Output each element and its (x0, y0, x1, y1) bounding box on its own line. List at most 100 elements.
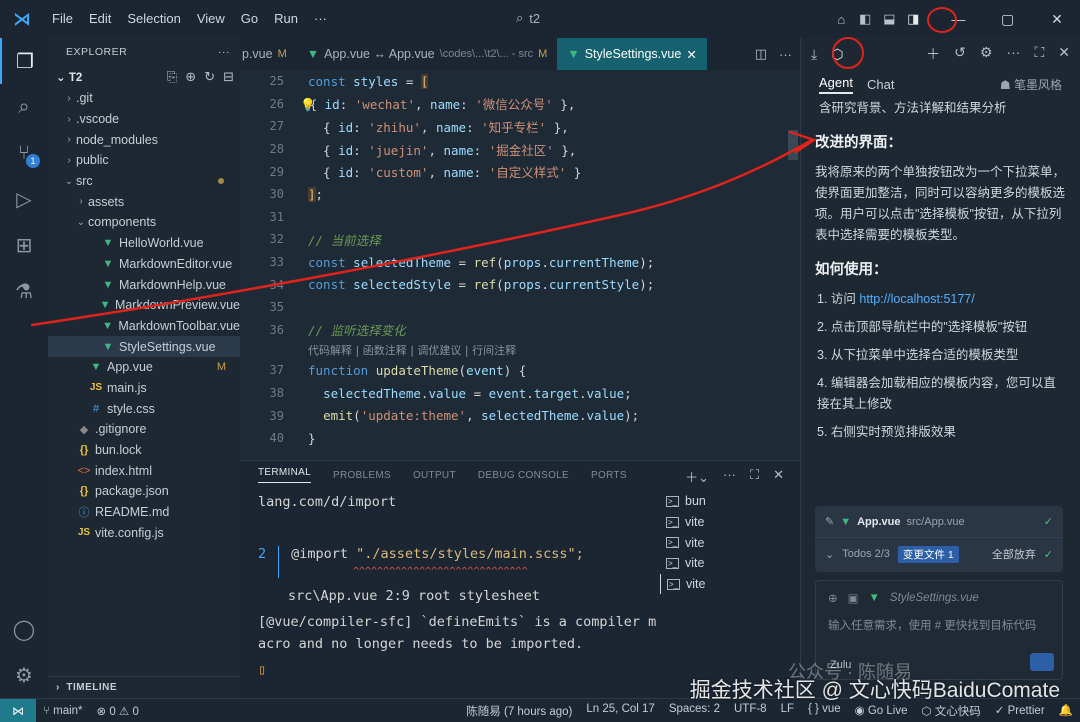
eol-status[interactable]: LF (774, 703, 801, 719)
folder-item[interactable]: › assets (48, 191, 240, 212)
codelens-actions[interactable]: 代码解释 | 函数注释 | 调优建议 | 行间注释 (240, 341, 800, 359)
tab-terminal[interactable]: TERMINAL (258, 467, 311, 483)
folder-item[interactable]: › node_modules (48, 129, 240, 150)
more-actions-icon[interactable]: ··· (779, 47, 792, 62)
explorer-icon[interactable]: ❐ (0, 38, 48, 84)
close-panel-icon[interactable]: ✕ (773, 467, 784, 486)
terminal-instance[interactable]: >_ bun (660, 491, 800, 512)
tab-chat[interactable]: Chat (867, 77, 894, 92)
split-editor-icon[interactable]: ◫ (755, 46, 767, 62)
folder-item[interactable]: ⌄ components (48, 212, 240, 233)
add-context-icon[interactable]: ⊕ (828, 591, 838, 605)
account-icon[interactable]: ◯ (0, 606, 48, 652)
maximize-icon[interactable]: ⛶ (1034, 44, 1044, 64)
manage-gear-icon[interactable]: ⚙ (0, 652, 48, 698)
file-item[interactable]: {} package.json (48, 481, 240, 502)
file-item[interactable]: # style.css (48, 398, 240, 419)
comate-logo-icon[interactable]: ⬡ (831, 46, 843, 63)
terminal-instance[interactable]: >_ vite (660, 553, 800, 574)
folder-item[interactable]: › .git (48, 88, 240, 109)
problems-status[interactable]: ⊗ 0 ⚠ 0 (90, 704, 146, 718)
file-item[interactable]: ▼ HelloWorld.vue (48, 233, 240, 254)
changed-files-chip[interactable]: 变更文件 1 (897, 545, 959, 563)
more-actions-icon[interactable]: ··· (723, 467, 736, 486)
menu-more[interactable]: ··· (306, 0, 335, 38)
lightbulb-icon[interactable]: 💡 (300, 97, 316, 112)
folder-item[interactable]: ⌄ src (48, 171, 240, 192)
folder-item[interactable]: › public (48, 150, 240, 171)
tab-problems[interactable]: PROBLEMS (333, 470, 391, 481)
terminal-instance[interactable]: >_ vite (660, 573, 800, 595)
branch-status[interactable]: ⑂ main* (36, 705, 90, 717)
file-item[interactable]: ▼ StyleSettings.vue (48, 336, 240, 357)
refresh-icon[interactable]: ↻ (204, 69, 215, 85)
file-item[interactable]: {} bun.lock (48, 440, 240, 461)
menu-file[interactable]: File (44, 0, 81, 38)
testing-icon[interactable]: ⚗ (0, 268, 48, 314)
prettier-button[interactable]: ✓ Prettier (988, 703, 1052, 719)
new-folder-icon[interactable]: ⊕ (185, 69, 196, 85)
send-button[interactable] (1030, 653, 1054, 671)
encoding-status[interactable]: UTF-8 (727, 703, 774, 719)
file-item[interactable]: ▼ MarkdownToolbar.vue (48, 316, 240, 337)
toggle-primary-sidebar-icon[interactable]: ◧ (853, 11, 877, 27)
menu-view[interactable]: View (189, 0, 233, 38)
blame-status[interactable]: 陈随易 (7 hours ago) (459, 703, 579, 719)
tab-app-vue[interactable]: p.vue M (240, 38, 297, 70)
toggle-secondary-sidebar-icon[interactable]: ◨ (901, 11, 925, 27)
minimize-button[interactable]: — (935, 0, 981, 38)
history-icon[interactable]: ↺ (954, 44, 966, 64)
extensions-icon[interactable]: ⊞ (0, 222, 48, 268)
file-item[interactable]: ▼ App.vue M (48, 357, 240, 378)
menu-run[interactable]: Run (266, 0, 306, 38)
image-icon[interactable]: ▣ (848, 591, 859, 605)
close-icon[interactable]: ✕ (1058, 44, 1070, 64)
notifications-bell-icon[interactable]: 🔔 (1052, 703, 1080, 719)
file-item[interactable]: <> index.html (48, 460, 240, 481)
more-actions-icon[interactable]: ··· (1006, 44, 1020, 64)
new-chat-icon[interactable]: ＋ (926, 44, 940, 64)
file-item[interactable]: ▼ MarkdownHelp.vue (48, 274, 240, 295)
editor-scrollbar[interactable] (786, 70, 800, 460)
file-item[interactable]: ◆ .gitignore (48, 419, 240, 440)
download-icon[interactable]: ⤓ (811, 46, 817, 63)
close-tab-icon[interactable]: ✕ (686, 47, 696, 62)
remote-icon[interactable]: ⋈ (0, 698, 36, 722)
file-item[interactable]: JS vite.config.js (48, 522, 240, 543)
file-item[interactable]: ▼ MarkdownPreview.vue (48, 295, 240, 316)
maximize-button[interactable]: ▢ (985, 0, 1031, 38)
changed-file-row[interactable]: ✎ ▼ App.vue src/App.vue ✓ (815, 506, 1063, 538)
menu-go[interactable]: Go (233, 0, 266, 38)
close-button[interactable]: ✕ (1034, 0, 1080, 38)
terminal-output[interactable]: lang.com/d/import 2 @import "./assets/sty… (258, 491, 656, 681)
terminal-instance[interactable]: >_ vite (660, 532, 800, 553)
indent-status[interactable]: Spaces: 2 (662, 703, 727, 719)
chevron-down-icon[interactable]: ⌄ (825, 548, 834, 561)
tab-style-settings[interactable]: ▼ StyleSettings.vue ✕ (557, 38, 707, 70)
maximize-panel-icon[interactable]: ⛶ (750, 467, 759, 486)
file-item[interactable]: ⓘ README.md (48, 502, 240, 523)
accept-all-icon[interactable]: ✓ (1044, 548, 1053, 561)
source-control-icon[interactable]: ⑂ 1 (0, 130, 48, 176)
file-item[interactable]: JS main.js (48, 378, 240, 399)
localhost-link[interactable]: http://localhost:5177/ (859, 292, 974, 306)
copilot-icon[interactable]: ⌂ (829, 12, 853, 27)
wenxin-button[interactable]: ⬡ 文心快码 (915, 703, 988, 719)
go-live-button[interactable]: ◉ Go Live (848, 703, 915, 719)
style-selector[interactable]: ☗ 笔墨风格 (1000, 76, 1062, 93)
settings-gear-icon[interactable]: ⚙ (980, 44, 993, 64)
new-file-icon[interactable]: ⎘ (167, 69, 177, 85)
search-view-icon[interactable]: ⌕ (0, 84, 48, 130)
tab-debug-console[interactable]: DEBUG CONSOLE (478, 470, 569, 481)
terminal-instance[interactable]: >_ vite (660, 512, 800, 533)
menu-selection[interactable]: Selection (119, 0, 188, 38)
menu-edit[interactable]: Edit (81, 0, 119, 38)
tab-ports[interactable]: PORTS (591, 470, 627, 481)
cursor-position[interactable]: Ln 25, Col 17 (579, 703, 661, 719)
timeline-section[interactable]: › TIMELINE (48, 676, 240, 698)
attached-file[interactable]: StyleSettings.vue (890, 592, 979, 604)
workspace-root[interactable]: ⌄ T2 ⎘ ⊕ ↻ ⊟ (48, 66, 240, 88)
tab-app-vue-diff[interactable]: ▼ App.vue ↔ App.vue \codes\...\t2\... - … (297, 38, 558, 70)
new-terminal-icon[interactable]: ＋⌄ (685, 467, 709, 486)
command-center-search[interactable]: ⌕ t2 (516, 10, 540, 26)
